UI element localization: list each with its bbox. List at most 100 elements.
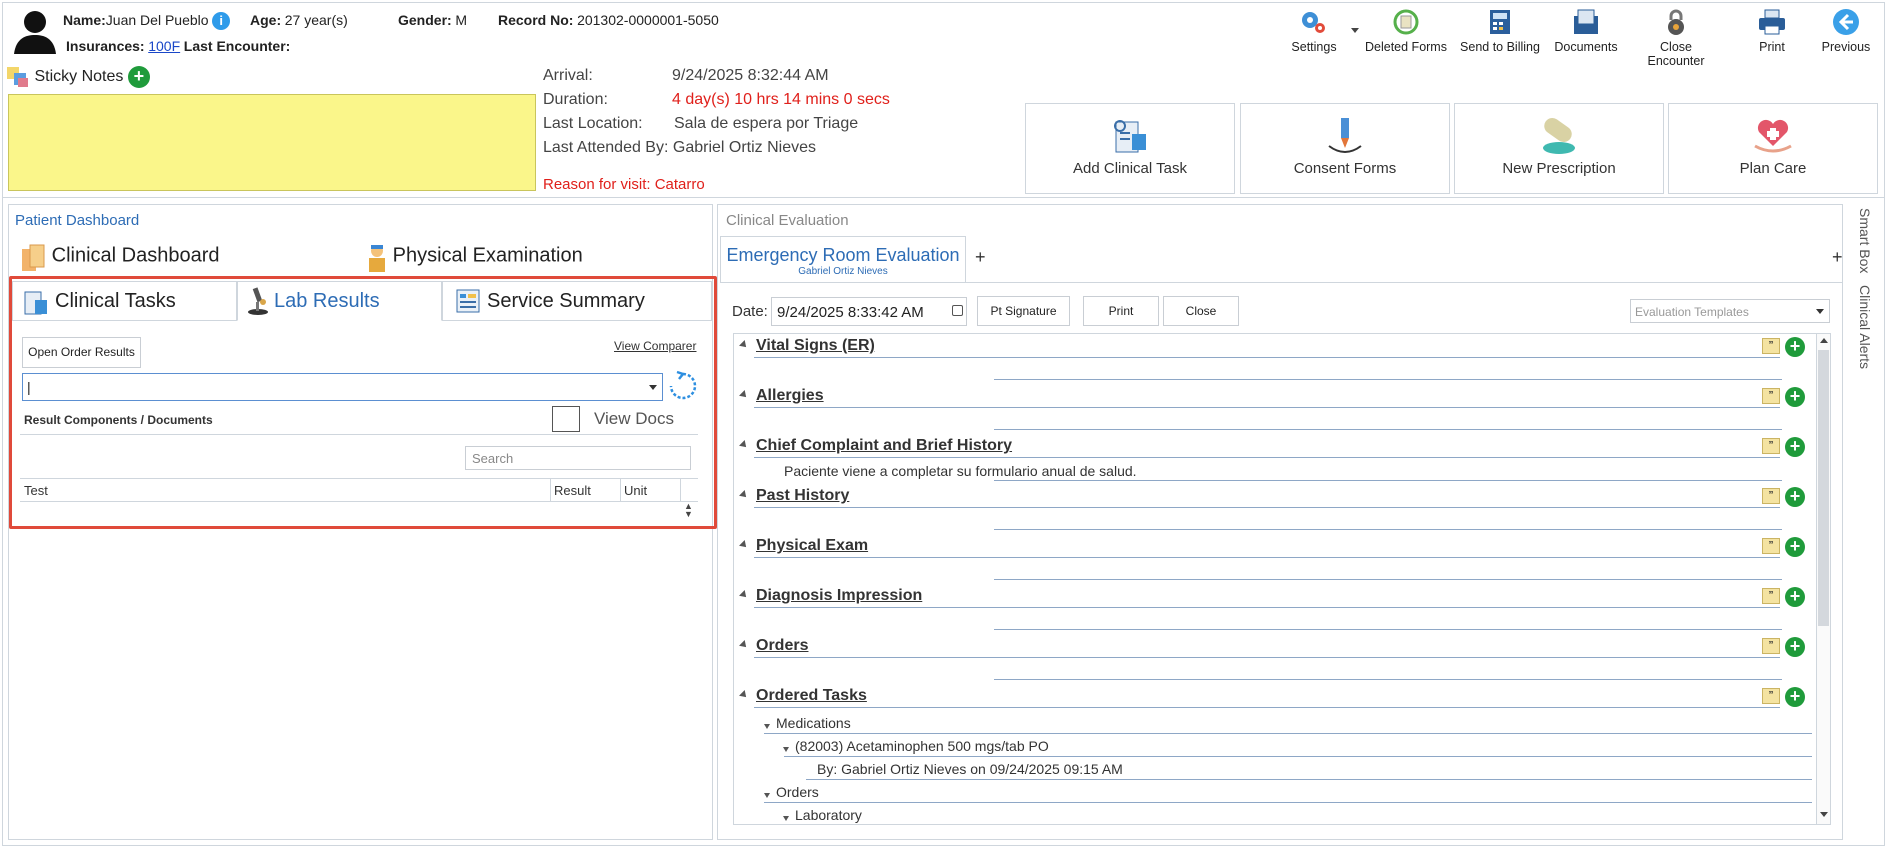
consent-forms-button[interactable]: Consent Forms [1240,103,1450,194]
tab-emergency-room-evaluation[interactable]: Emergency Room Evaluation Gabriel Ortiz … [720,236,966,283]
tree-collapse-arrow-icon[interactable] [783,747,789,752]
collapse-arrow-icon[interactable] [739,590,749,600]
collapse-arrow-icon[interactable] [739,440,749,450]
add-icon[interactable]: + [1785,537,1805,557]
date-field[interactable]: 9/24/2025 8:33:42 AM [771,297,967,326]
tree-collapse-arrow-icon[interactable] [764,724,770,729]
add-icon[interactable]: + [1785,637,1805,657]
documents-button[interactable]: Documents [1540,6,1632,62]
collapse-arrow-icon[interactable] [739,640,749,650]
section-physical-exam-title[interactable]: Physical Exam [756,537,868,555]
section-physical-exam[interactable]: Physical Exam ” + [739,537,1810,580]
tree-line [764,733,1812,734]
consent-forms-label: Consent Forms [1293,160,1397,177]
print-button[interactable]: Print [1726,6,1818,62]
tree-orders[interactable]: Orders [776,784,819,800]
section-ordered-tasks[interactable]: Ordered Tasks ” + [739,687,1810,708]
section-divider [754,657,1780,658]
scroll-up-arrow-icon[interactable] [1820,338,1828,343]
tree-line [806,779,1812,780]
section-allergies-title[interactable]: Allergies [756,387,824,405]
close-encounter-button[interactable]: Close Encounter [1630,6,1722,68]
section-diagnosis-impression[interactable]: Diagnosis Impression ” + [739,587,1810,630]
section-past-history[interactable]: Past History ” + [739,487,1810,530]
section-ordered-tasks-title[interactable]: Ordered Tasks [756,687,867,705]
sticky-note-area[interactable] [8,94,536,191]
note-icon[interactable]: ” [1762,488,1780,504]
record-label: Record No: [498,12,574,28]
add-evaluation-tab-button[interactable]: + [975,247,986,268]
tree-collapse-arrow-icon[interactable] [783,816,789,821]
note-icon[interactable]: ” [1762,338,1780,354]
add-icon[interactable]: + [1785,387,1805,407]
section-past-history-title[interactable]: Past History [756,487,849,505]
add-icon[interactable]: + [1785,687,1805,707]
clinical-dashboard-icon [22,244,45,271]
clinical-alerts-side-tab[interactable]: Clinical Alerts [1857,285,1873,369]
add-icon[interactable]: + [1785,487,1805,507]
tree-collapse-arrow-icon[interactable] [764,793,770,798]
add-icon[interactable]: + [1785,337,1805,357]
collapse-arrow-icon[interactable] [739,540,749,550]
section-vital-signs-title[interactable]: Vital Signs (ER) [756,337,875,355]
section-underline [994,629,1782,630]
collapse-arrow-icon[interactable] [739,490,749,500]
sticky-notes-label: Sticky Notes [34,68,124,86]
collapse-arrow-icon[interactable] [739,390,749,400]
smart-box-side-tab[interactable]: Smart Box [1857,208,1873,273]
pt-signature-button[interactable]: Pt Signature [977,296,1070,326]
note-icon[interactable]: ” [1762,588,1780,604]
insurance-link[interactable]: 100F [148,38,180,54]
clinical-dashboard-link[interactable]: Clinical Dashboard [20,243,220,273]
evaluation-templates-select[interactable]: Evaluation Templates [1630,299,1830,323]
sticky-notes-icon [7,67,28,87]
settings-dropdown-icon[interactable] [1351,28,1359,33]
add-icon[interactable]: + [1785,587,1805,607]
section-orders-title[interactable]: Orders [756,637,808,655]
tree-medication-item[interactable]: (82003) Acetaminophen 500 mgs/tab PO [795,738,1049,754]
section-diagnosis-impression-title[interactable]: Diagnosis Impression [756,587,922,605]
sticky-notes-header: Sticky Notes + [6,66,150,88]
section-chief-complaint-title[interactable]: Chief Complaint and Brief History [756,437,1012,455]
note-icon[interactable]: ” [1762,638,1780,654]
restore-forms-icon [1393,9,1419,35]
evaluation-scrollbar[interactable] [1816,334,1830,824]
note-icon[interactable]: ” [1762,688,1780,704]
arrival-value: 9/24/2025 8:32:44 AM [672,67,829,84]
section-underline [994,429,1782,430]
scroll-thumb[interactable] [1818,350,1829,626]
collapse-arrow-icon[interactable] [739,690,749,700]
section-chief-complaint[interactable]: Chief Complaint and Brief History ” + [739,437,1810,458]
plan-care-button[interactable]: Plan Care [1668,103,1878,194]
evaluation-close-button[interactable]: Close [1163,296,1239,326]
add-sticky-note-icon[interactable]: + [127,66,150,88]
collapse-arrow-icon[interactable] [739,340,749,350]
settings-button[interactable]: Settings [1268,6,1360,62]
section-vital-signs[interactable]: Vital Signs (ER) ” + [739,337,1810,380]
section-orders[interactable]: Orders ” + [739,637,1810,680]
note-icon[interactable]: ” [1762,438,1780,454]
tree-laboratory[interactable]: Laboratory [795,807,862,823]
section-allergies[interactable]: Allergies ” + [739,387,1810,430]
physical-examination-link[interactable]: Physical Examination [365,243,583,273]
chief-complaint-text: Paciente viene a completar su formulario… [784,463,1137,479]
billing-icon [1490,10,1510,34]
send-billing-button[interactable]: Send to Billing [1454,6,1546,62]
add-clinical-task-button[interactable]: Add Clinical Task [1025,103,1235,194]
deleted-forms-button[interactable]: Deleted Forms [1360,6,1452,62]
add-icon[interactable]: + [1785,437,1805,457]
age-label: Age: [250,12,282,28]
new-prescription-button[interactable]: New Prescription [1454,103,1664,194]
tree-medications[interactable]: Medications [776,715,851,731]
evaluation-print-button[interactable]: Print [1083,296,1159,326]
add-evaluation-tab-right-button[interactable]: + [1832,247,1843,268]
info-icon[interactable]: i [212,12,231,30]
calendar-icon[interactable] [952,305,963,316]
templates-chevron-down-icon[interactable] [1816,309,1824,314]
note-icon[interactable]: ” [1762,538,1780,554]
patient-name: Juan Del Pueblo [105,12,209,28]
scroll-down-arrow-icon[interactable] [1820,812,1828,817]
new-prescription-label: New Prescription [1502,160,1616,177]
previous-button[interactable]: Previous [1806,6,1886,62]
note-icon[interactable]: ” [1762,388,1780,404]
